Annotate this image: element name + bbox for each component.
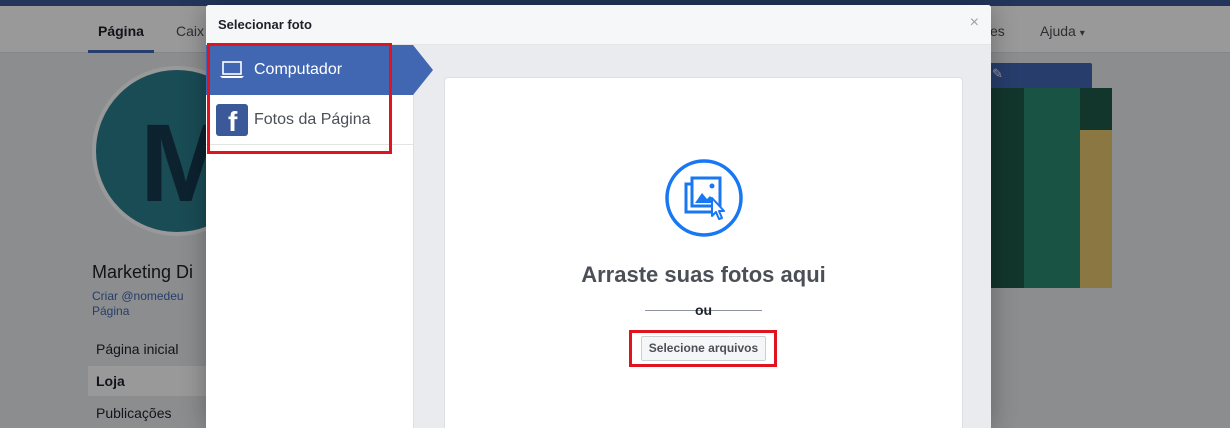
source-sidebar: Computador f Fotos da Página bbox=[206, 45, 414, 428]
close-icon[interactable]: × bbox=[970, 14, 979, 32]
sidebar-item-computador[interactable]: Computador bbox=[206, 45, 413, 95]
dialog-header: Selecionar foto × bbox=[206, 5, 991, 45]
or-divider: ou bbox=[445, 302, 962, 318]
facebook-icon: f bbox=[216, 104, 248, 137]
sidebar-item-label: Computador bbox=[254, 61, 343, 78]
facebook-glyph: f bbox=[228, 106, 238, 137]
laptop-icon bbox=[220, 61, 244, 78]
active-item-arrow bbox=[413, 45, 433, 95]
select-photo-dialog: Selecionar foto × Computador f Fotos da … bbox=[206, 5, 991, 428]
sidebar-item-label: Fotos da Página bbox=[254, 111, 371, 128]
drop-zone[interactable]: Arraste suas fotos aqui ou Selecione arq… bbox=[444, 77, 963, 428]
select-files-button[interactable]: Selecione arquivos bbox=[641, 336, 766, 361]
drop-title: Arraste suas fotos aqui bbox=[581, 262, 826, 287]
or-label: ou bbox=[694, 302, 713, 318]
dialog-title: Selecionar foto bbox=[218, 17, 312, 32]
sidebar-item-fotos-da-pagina[interactable]: f Fotos da Página bbox=[206, 95, 413, 145]
upload-photos-icon bbox=[665, 159, 743, 237]
upload-content: Arraste suas fotos aqui ou Selecione arq… bbox=[414, 45, 991, 428]
